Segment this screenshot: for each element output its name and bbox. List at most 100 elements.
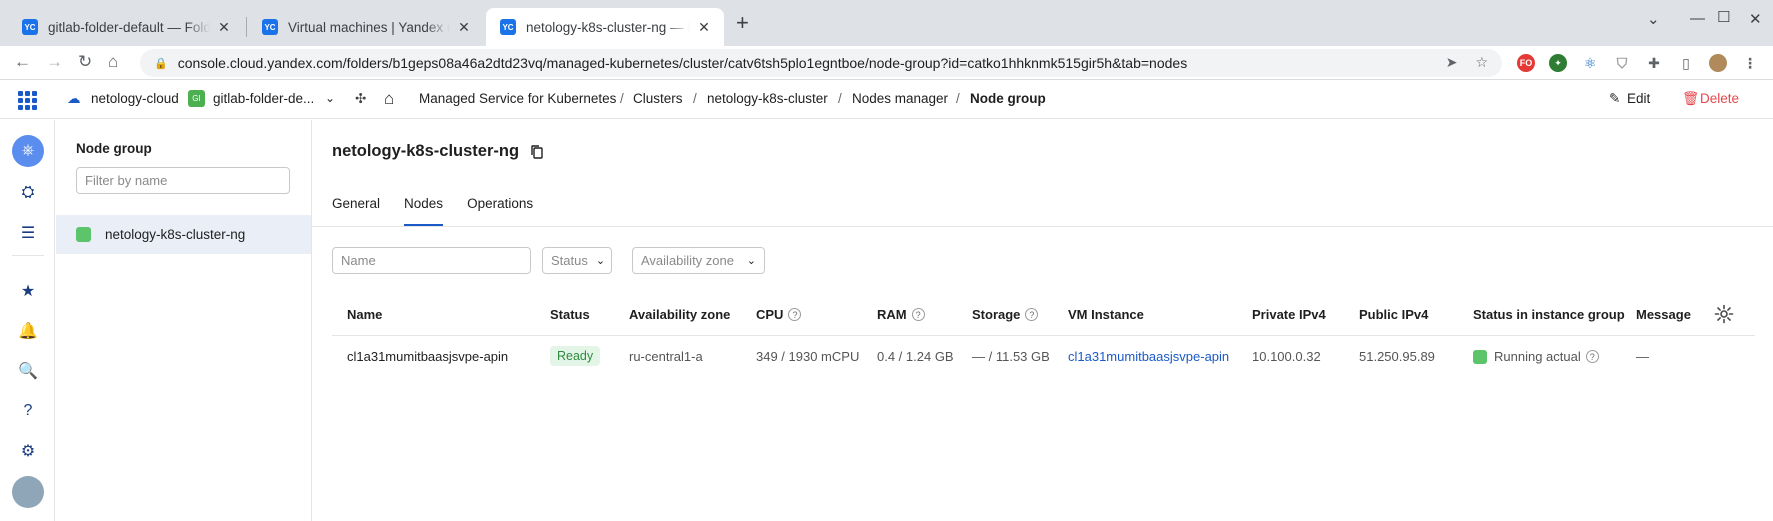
message: — — [1636, 349, 1649, 364]
address-bar: ← → ↻ ⌂ 🔒 console.cloud.yandex.com/folde… — [0, 46, 1773, 80]
column-header-group-status: Status in instance group — [1473, 307, 1625, 322]
pencil-icon[interactable]: ✎ — [1609, 91, 1620, 107]
home-icon[interactable]: ⌂ — [108, 52, 118, 72]
operations-list-icon[interactable]: ☰ — [17, 222, 39, 244]
close-tab-icon[interactable]: ✕ — [696, 19, 712, 36]
send-icon[interactable]: ➤ — [1446, 54, 1458, 71]
new-tab-icon[interactable]: + — [736, 10, 749, 36]
table-settings-gear-icon[interactable] — [1714, 304, 1734, 324]
bookmark-star-icon[interactable]: ☆ — [1475, 54, 1488, 71]
help-icon[interactable]: ? — [788, 308, 802, 321]
browser-tab[interactable]: YC Virtual machines | Yandex Com ✕ — [248, 8, 484, 46]
search-icon[interactable]: 🔍 — [17, 360, 39, 382]
browser-tab-title: netology-k8s-cluster-ng — No — [526, 19, 690, 35]
browser-tab-bar: YC gitlab-folder-default — Folder ✕ YC V… — [0, 0, 1773, 46]
status-indicator — [76, 227, 91, 242]
close-tab-icon[interactable]: ✕ — [216, 19, 232, 36]
kubernetes-service-icon[interactable]: ✣ — [355, 91, 366, 107]
tabs-divider — [312, 226, 1773, 227]
services-grid-icon[interactable] — [18, 91, 38, 110]
url-text: console.cloud.yandex.com/folders/b1geps0… — [177, 55, 1188, 71]
status-filter-select[interactable]: Status ⌄ — [542, 247, 612, 274]
settings-gear-icon[interactable]: ⚙ — [17, 440, 39, 462]
rail-divider — [12, 255, 44, 256]
tab-operations[interactable]: Operations — [467, 196, 533, 226]
close-tab-icon[interactable]: ✕ — [456, 19, 472, 36]
copy-icon[interactable] — [529, 144, 545, 160]
forward-icon[interactable]: → — [46, 52, 63, 72]
status-filter-placeholder: Status — [551, 253, 588, 268]
column-header-ram: RAM? — [877, 307, 925, 322]
lock-icon: 🔒 — [154, 57, 168, 70]
column-header-cpu: CPU? — [756, 307, 802, 322]
breadcrumb-current: Node group — [970, 91, 1046, 106]
node-group-name: netology-k8s-cluster-ng — [105, 227, 246, 242]
help-icon[interactable]: ? — [911, 308, 925, 321]
breadcrumb-cluster[interactable]: netology-k8s-cluster — [707, 91, 828, 106]
yandex-cloud-favicon-icon: YC — [262, 19, 278, 35]
main-content: netology-k8s-cluster-ng General Nodes Op… — [312, 120, 1773, 521]
close-window-icon[interactable]: ✕ — [1749, 10, 1762, 28]
node-group-panel: Node group netology-k8s-cluster-ng — [56, 120, 312, 521]
filter-by-name-input[interactable] — [76, 167, 290, 194]
tabs: General Nodes Operations — [332, 196, 557, 226]
extension-shield-icon[interactable]: ⛉ — [1613, 54, 1631, 72]
zone-filter-select[interactable]: Availability zone ⌄ — [632, 247, 765, 274]
help-icon[interactable]: ? — [17, 400, 39, 422]
maximize-icon[interactable]: ☐ — [1717, 8, 1730, 26]
browser-tab[interactable]: YC gitlab-folder-default — Folder ✕ — [8, 8, 244, 46]
column-header-private-ipv4: Private IPv4 — [1252, 307, 1326, 322]
extensions-puzzle-icon[interactable]: ✚ — [1645, 54, 1663, 72]
trash-icon[interactable]: 🗑 — [1682, 91, 1699, 107]
kubernetes-service-icon[interactable]: ⎈ — [12, 135, 44, 167]
nodes-icon[interactable]: ⛭ — [17, 182, 39, 204]
private-ipv4: 10.100.0.32 — [1252, 349, 1321, 364]
node-group-list-item[interactable]: netology-k8s-cluster-ng — [56, 215, 311, 254]
column-header-name: Name — [347, 307, 383, 322]
notifications-bell-icon[interactable]: 🔔 — [17, 320, 39, 342]
home-icon[interactable]: ⌂ — [384, 89, 394, 109]
side-panel-icon[interactable]: ▯ — [1677, 54, 1695, 72]
yandex-cloud-favicon-icon: YC — [22, 19, 38, 35]
vm-instance-link[interactable]: cl1a31mumitbaasjsvpe-apin — [1068, 349, 1229, 364]
chevron-down-icon[interactable]: ⌄ — [1647, 10, 1660, 28]
extension-leaf-icon[interactable]: ✦ — [1549, 54, 1567, 72]
panel-title: Node group — [76, 141, 152, 156]
breadcrumb-separator: / — [693, 91, 697, 106]
help-icon[interactable]: ? — [1025, 308, 1039, 321]
folder-selector[interactable]: gitlab-folder-de... — [213, 91, 314, 106]
delete-button[interactable]: Delete — [1700, 91, 1739, 106]
breadcrumb-service[interactable]: Managed Service for Kubernetes — [419, 91, 616, 106]
public-ipv4: 51.250.95.89 — [1359, 349, 1435, 364]
breadcrumb-separator: / — [956, 91, 960, 106]
status-badge: Ready — [550, 346, 601, 366]
storage-usage: — / 11.53 GB — [972, 349, 1050, 364]
column-header-vm-instance: VM Instance — [1068, 307, 1144, 322]
user-avatar[interactable] — [12, 476, 44, 508]
extension-react-icon[interactable]: ⚛ — [1581, 54, 1599, 72]
cloud-name[interactable]: netology-cloud — [91, 91, 179, 106]
browser-tab-title: gitlab-folder-default — Folder — [48, 19, 210, 35]
breadcrumb-nodes-manager[interactable]: Nodes manager — [852, 91, 948, 106]
breadcrumb-clusters[interactable]: Clusters — [633, 91, 683, 106]
help-icon[interactable]: ? — [1585, 350, 1599, 363]
tab-general[interactable]: General — [332, 196, 380, 226]
column-header-zone: Availability zone — [629, 307, 731, 322]
availability-zone: ru-central1-a — [629, 349, 703, 364]
back-icon[interactable]: ← — [14, 52, 31, 72]
browser-tab-active[interactable]: YC netology-k8s-cluster-ng — No ✕ — [486, 8, 724, 46]
favorites-star-icon[interactable]: ★ — [17, 280, 39, 302]
reload-icon[interactable]: ↻ — [78, 52, 92, 72]
minimize-icon[interactable]: — — [1690, 10, 1705, 27]
url-field[interactable]: 🔒 console.cloud.yandex.com/folders/b1gep… — [140, 49, 1502, 77]
tab-nodes[interactable]: Nodes — [404, 196, 444, 226]
cloud-icon: ☁ — [67, 91, 81, 106]
ram-usage: 0.4 / 1.24 GB — [877, 349, 954, 364]
edit-button[interactable]: Edit — [1627, 91, 1650, 106]
name-filter-input[interactable] — [332, 247, 531, 274]
chevron-down-icon[interactable]: ⌄ — [325, 91, 335, 105]
profile-avatar[interactable] — [1709, 54, 1727, 72]
column-header-public-ipv4: Public IPv4 — [1359, 307, 1429, 322]
browser-menu-icon[interactable]: ⋮ — [1741, 54, 1759, 72]
extension-fo-icon[interactable]: FO — [1517, 54, 1535, 72]
